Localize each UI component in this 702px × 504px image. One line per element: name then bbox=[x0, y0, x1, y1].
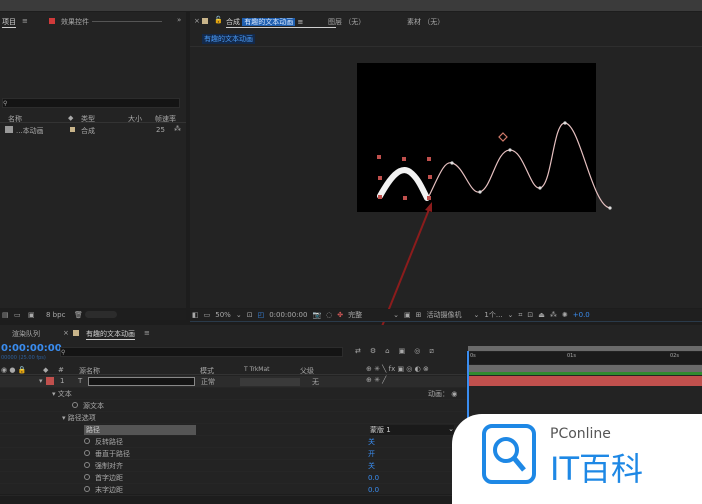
resolution-select[interactable]: 完整 bbox=[348, 310, 388, 320]
col-trkmat[interactable]: T TrkMat bbox=[244, 366, 270, 373]
trkmat-select[interactable] bbox=[240, 378, 300, 386]
layer-bar[interactable] bbox=[468, 376, 702, 386]
text-path-mask bbox=[427, 122, 611, 209]
chevron-down-icon[interactable]: ⌄ bbox=[474, 311, 480, 319]
transparency-grid-icon[interactable]: ◰ bbox=[258, 311, 265, 319]
prop-last-margin[interactable]: 末字边距 0.0 bbox=[0, 484, 466, 496]
col-mode[interactable]: 模式 bbox=[200, 366, 214, 376]
tab-timeline-comp[interactable]: 有趣的文本动画 bbox=[86, 329, 135, 340]
region-icon[interactable]: ⊡ bbox=[247, 311, 253, 319]
frame-count: 00000 (25.00 fps) bbox=[1, 355, 46, 361]
views-select[interactable]: 1个... bbox=[484, 310, 502, 320]
label-icon: ◆ bbox=[43, 366, 49, 374]
animated-text bbox=[377, 167, 430, 201]
grid-icon[interactable]: ⊞ bbox=[416, 311, 422, 319]
layer-name-field[interactable] bbox=[88, 377, 195, 386]
graph-editor-icon[interactable]: ⧄ bbox=[429, 347, 433, 356]
draft-3d-icon[interactable]: ⚙ bbox=[370, 347, 376, 356]
timeline-search-input[interactable]: ⚲ bbox=[60, 347, 343, 357]
timeline-icon[interactable]: ⊡ bbox=[527, 311, 533, 319]
animate-menu[interactable]: 动画： bbox=[428, 390, 449, 398]
close-icon[interactable]: × bbox=[63, 329, 69, 337]
watermark: PConline IT百科 bbox=[452, 414, 702, 504]
menu-icon[interactable]: ≡ bbox=[144, 329, 150, 337]
path-select[interactable]: 蒙版 1 ⌄ bbox=[370, 424, 454, 435]
prop-text[interactable]: ▾ 文本 动画： ◉ bbox=[0, 388, 466, 400]
comp-mini-flowchart-icon[interactable]: ⇄ bbox=[355, 347, 361, 356]
brand-name: IT百科 bbox=[550, 450, 643, 488]
channel-icon[interactable]: ✤ bbox=[337, 311, 343, 319]
always-preview-icon[interactable]: ◧ bbox=[192, 311, 199, 319]
path-vertices bbox=[450, 121, 612, 210]
label-color[interactable] bbox=[46, 377, 54, 385]
brand-text: PConline bbox=[550, 426, 611, 442]
time-ruler[interactable]: 0s 01s 02s bbox=[466, 352, 702, 364]
zoom-select[interactable]: 50% bbox=[215, 311, 231, 319]
parent-select[interactable]: 无 bbox=[312, 377, 319, 387]
col-parent[interactable]: 父级 bbox=[300, 366, 314, 376]
roi-icon[interactable]: ▣ bbox=[404, 311, 411, 319]
prop-path[interactable]: 路径 蒙版 1 ⌄ bbox=[0, 424, 466, 436]
show-snapshot-icon[interactable]: ◌ bbox=[326, 311, 332, 319]
chevron-down-icon[interactable]: ⌄ bbox=[393, 311, 399, 319]
switches-icon: ⊕ ✳ ╲ fx ▣ ◎ ◐ ⊗ bbox=[366, 365, 429, 373]
chevron-down-icon[interactable]: ⌄ bbox=[236, 311, 242, 319]
prop-path-options[interactable]: ▾ 路径选项 bbox=[0, 412, 466, 424]
prop-reverse-path[interactable]: 反转路径关 bbox=[0, 436, 466, 448]
text-layer-icon: T bbox=[78, 377, 83, 385]
mode-select[interactable]: 正常 bbox=[201, 377, 215, 387]
layer-index: 1 bbox=[60, 377, 65, 385]
export-icon[interactable]: ⏏ bbox=[538, 311, 545, 319]
prop-source-text[interactable]: 源文本 bbox=[0, 400, 466, 412]
search-icon: ⚲ bbox=[61, 349, 66, 356]
flowchart-icon[interactable]: ⁂ bbox=[550, 311, 557, 319]
fast-preview-icon[interactable]: ⌗ bbox=[518, 311, 522, 320]
anchor-point bbox=[498, 132, 508, 142]
snapshot-icon[interactable]: 📷 bbox=[312, 311, 321, 319]
viewer-timecode[interactable]: 0:00:00:00 bbox=[269, 311, 307, 319]
viewer-toolbar: ◧ ▭ 50% ⌄ ⊡ ◰ 0:00:00:00 📷 ◌ ✤ 完整 ⌄ ▣ ⊞ … bbox=[190, 309, 702, 322]
work-area-bar[interactable] bbox=[468, 346, 702, 351]
layer-header: ◉ ● 🔒 ◆ # 源名称 模式 T TrkMat 父级 ⊕ ✳ ╲ fx ▣ … bbox=[0, 365, 466, 375]
layer-row[interactable]: ▾ 1 T 正常 无 ⊕ ✳ ╱ bbox=[0, 376, 466, 388]
prop-first-margin[interactable]: 首字边距 0.0 bbox=[0, 472, 466, 484]
ruler-tick: 0s bbox=[470, 353, 476, 359]
camera-select[interactable]: 活动摄像机 bbox=[427, 310, 469, 320]
exposure-icon[interactable]: ✺ bbox=[562, 311, 568, 319]
layer-duration-bar[interactable] bbox=[468, 365, 702, 375]
prop-force-align[interactable]: 强制对齐关 bbox=[0, 460, 466, 472]
layer-switches[interactable]: ⊕ ✳ ╱ bbox=[366, 376, 386, 384]
pconline-logo bbox=[482, 424, 536, 484]
chevron-down-icon[interactable]: ⌄ bbox=[508, 311, 514, 319]
prop-perpendicular[interactable]: 垂直于路径开 bbox=[0, 448, 466, 460]
exposure-value[interactable]: +0.0 bbox=[573, 311, 590, 319]
shy-icon[interactable]: ⌂ bbox=[385, 347, 389, 356]
stopwatch-icon bbox=[72, 401, 78, 408]
current-time[interactable]: 0:00:00:00 bbox=[1, 343, 62, 354]
tab-render-queue[interactable]: 渲染队列 bbox=[12, 329, 40, 339]
frame-blend-icon[interactable]: ▣ bbox=[399, 347, 406, 356]
col-source-name[interactable]: 源名称 bbox=[79, 366, 100, 376]
av-switches-icon: ◉ ● 🔒 bbox=[1, 366, 27, 374]
ruler-tick: 01s bbox=[567, 353, 576, 359]
monitor-icon[interactable]: ▭ bbox=[204, 311, 211, 319]
ruler-tick: 02s bbox=[670, 353, 679, 359]
motion-blur-icon[interactable]: ◎ bbox=[414, 347, 420, 356]
comp-color-icon bbox=[73, 330, 79, 336]
